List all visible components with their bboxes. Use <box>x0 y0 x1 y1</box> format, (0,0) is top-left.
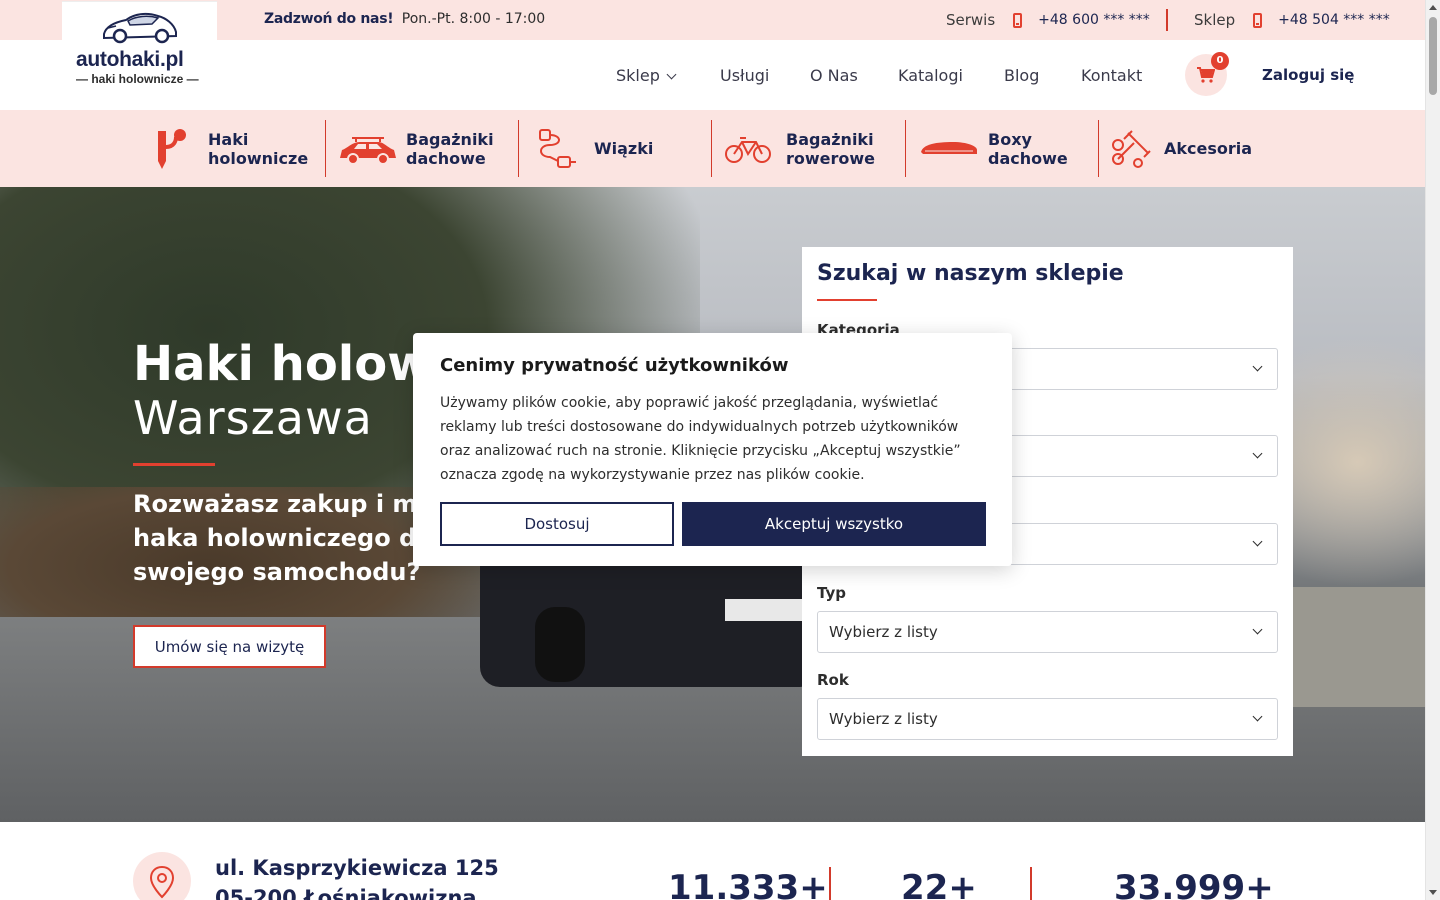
category-label-line2: dachowe <box>988 148 1068 168</box>
nav-blog[interactable]: Blog <box>1004 66 1039 85</box>
search-title-underline <box>817 299 877 301</box>
bike-rack-icon <box>718 127 778 171</box>
category-label-line2: rowerowe <box>786 148 876 168</box>
category-boxy-dachowe[interactable]: Boxy dachowe <box>918 110 1068 187</box>
cookie-title: Cenimy prywatność użytkowników <box>440 355 789 376</box>
stat-value: 33.999+ <box>1114 868 1274 900</box>
roof-box-icon <box>918 127 980 171</box>
year-select[interactable]: Wybierz z listy <box>817 698 1278 740</box>
address-line-1: ul. Kasprzykiewicza 125 <box>215 856 499 880</box>
category-wiazki[interactable]: Wiązki <box>526 110 653 187</box>
chevron-down-icon <box>666 69 677 80</box>
location-pin-icon <box>149 865 175 899</box>
service-contact[interactable]: Serwis +48 600 *** *** <box>946 11 1150 29</box>
service-label: Serwis <box>946 11 996 29</box>
category-label-line1: Bagażniki <box>406 129 494 149</box>
phone-icon <box>1013 12 1023 28</box>
scroll-down-arrow-icon[interactable] <box>1429 890 1437 895</box>
hero-car-plate <box>725 599 803 621</box>
wiring-harness-icon <box>526 127 586 171</box>
call-label: Zadzwoń do nas! <box>264 11 394 27</box>
stat-value: 11.333+ <box>668 868 828 900</box>
scrollbar-thumb[interactable] <box>1429 17 1437 95</box>
category-bagazniki-rowerowe[interactable]: Bagażniki rowerowe <box>718 110 875 187</box>
scroll-up-arrow-icon[interactable] <box>1429 5 1437 10</box>
phone-icon <box>1253 12 1263 28</box>
shop-phone[interactable]: +48 504 *** *** <box>1278 12 1390 28</box>
shop-label: Sklep <box>1194 11 1236 29</box>
chevron-down-icon <box>1252 624 1263 635</box>
topbar-divider <box>1166 9 1168 31</box>
bolts-accessories-icon <box>1104 127 1156 171</box>
search-title: Szukaj w naszym sklepie <box>817 261 1124 286</box>
category-label-line1: Wiązki <box>594 139 654 158</box>
cookie-consent-dialog: Cenimy prywatność użytkowników Używamy p… <box>413 333 1012 566</box>
type-select-value: Wybierz z listy <box>829 623 938 641</box>
category-label-line1: Boxy <box>988 129 1032 149</box>
chevron-down-icon <box>1252 448 1263 459</box>
address-line-2: 05-200 Łośniakowizna <box>215 886 477 900</box>
nav-sklep-label: Sklep <box>616 66 660 85</box>
category-separator <box>1098 120 1099 177</box>
category-haki-holownicze[interactable]: Haki holownicze <box>140 110 308 187</box>
chevron-down-icon <box>1252 536 1263 547</box>
hero-subtitle: Warszawa <box>133 391 373 445</box>
hero-underline <box>133 463 215 466</box>
cookie-accept-all-button[interactable]: Akceptuj wszystko <box>682 502 986 546</box>
nav-sklep[interactable]: Sklep <box>616 66 677 85</box>
call-info: Zadzwoń do nas! Pon.-Pt. 8:00 - 17:00 <box>264 11 545 27</box>
year-select-value: Wybierz z listy <box>829 710 938 728</box>
category-bagazniki-dachowe[interactable]: Bagażniki dachowe <box>338 110 494 187</box>
category-separator <box>518 120 519 177</box>
category-separator <box>711 120 712 177</box>
category-bar: Haki holownicze Bagażniki dachowe Wiązki… <box>0 110 1425 187</box>
login-link[interactable]: Zaloguj się <box>1262 66 1354 84</box>
info-strip: ul. Kasprzykiewicza 125 05-200 Łośniakow… <box>0 822 1425 900</box>
nav-kontakt[interactable]: Kontakt <box>1081 66 1142 85</box>
category-label-line1: Bagażniki <box>786 129 874 149</box>
category-label-line1: Haki <box>208 129 249 149</box>
hero-background-wall <box>1290 587 1425 707</box>
stat-separator <box>1030 867 1032 900</box>
service-phone[interactable]: +48 600 *** *** <box>1038 12 1150 28</box>
nav-uslugi[interactable]: Usługi <box>720 66 769 85</box>
nav-katalogi[interactable]: Katalogi <box>898 66 963 85</box>
opening-hours: Pon.-Pt. 8:00 - 17:00 <box>401 11 546 27</box>
cookie-body: Używamy plików cookie, aby poprawić jako… <box>440 395 961 483</box>
hero-car-wheel <box>535 607 585 682</box>
nav-o-nas[interactable]: O Nas <box>810 66 858 85</box>
tow-hook-icon <box>140 127 200 171</box>
page: Zadzwoń do nas! Pon.-Pt. 8:00 - 17:00 Se… <box>0 0 1425 900</box>
roof-rack-car-icon <box>338 127 398 171</box>
stat-value: 22+ <box>901 868 977 900</box>
stat-separator <box>829 867 831 900</box>
type-select[interactable]: Wybierz z listy <box>817 611 1278 653</box>
category-label-line2: holownicze <box>208 148 309 168</box>
type-field-label: Typ <box>817 584 846 602</box>
shop-contact[interactable]: Sklep +48 504 *** *** <box>1194 11 1390 29</box>
cart-count-badge: 0 <box>1211 52 1229 70</box>
page-scrollbar[interactable] <box>1425 0 1440 900</box>
cookie-customize-button[interactable]: Dostosuj <box>440 502 674 546</box>
year-field-label: Rok <box>817 671 849 689</box>
category-label-line2: dachowe <box>406 148 486 168</box>
chevron-down-icon <box>1252 361 1263 372</box>
book-visit-button[interactable]: Umów się na wizytę <box>133 625 326 668</box>
category-label-line1: Akcesoria <box>1164 139 1253 158</box>
chevron-down-icon <box>1252 711 1263 722</box>
category-akcesoria[interactable]: Akcesoria <box>1104 110 1252 187</box>
car-logo-icon <box>103 12 177 44</box>
cart-button[interactable]: 0 <box>1185 52 1229 96</box>
cart-icon <box>1197 67 1215 83</box>
category-separator <box>325 120 326 177</box>
location-badge <box>133 852 191 900</box>
category-separator <box>905 120 906 177</box>
